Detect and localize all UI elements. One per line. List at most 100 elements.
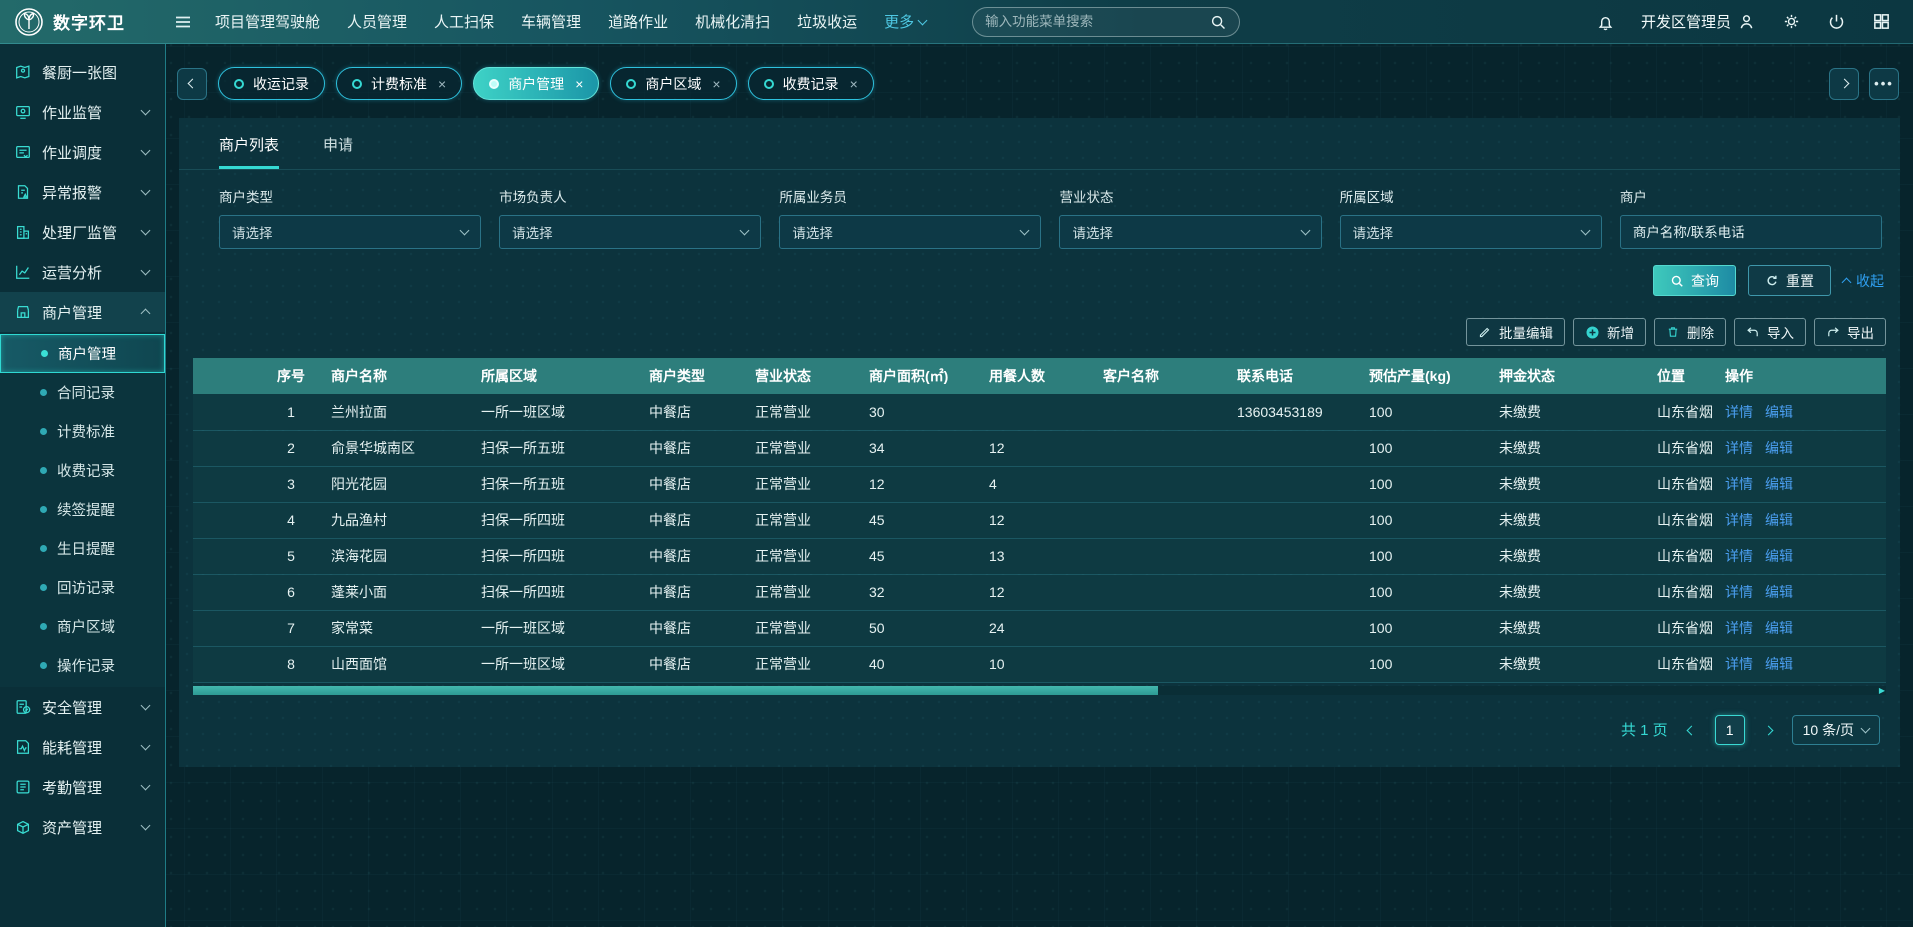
nav-item-waste-collection[interactable]: 垃圾收运 xyxy=(797,11,857,32)
detail-link[interactable]: 详情 xyxy=(1725,656,1753,672)
delete-button[interactable]: 删除 xyxy=(1654,318,1726,346)
menu-toggle-icon[interactable] xyxy=(173,12,193,32)
edit-link[interactable]: 编辑 xyxy=(1765,440,1793,456)
sidebar-item-kitchen-map[interactable]: 餐厨一张图 xyxy=(0,52,165,92)
prev-page-button[interactable] xyxy=(1684,717,1699,742)
edit-link[interactable]: 编辑 xyxy=(1765,620,1793,636)
sidebar-subitem-merchant-management[interactable]: 商户管理 xyxy=(0,334,165,373)
cell-seq: 8 xyxy=(257,646,325,682)
nav-item-vehicle[interactable]: 车辆管理 xyxy=(521,11,581,32)
sidebar-item-plant-supervision[interactable]: 处理厂监管 xyxy=(0,212,165,252)
sidebar-subitem-followup-records[interactable]: 回访记录 xyxy=(0,568,165,607)
close-icon[interactable]: × xyxy=(712,77,720,91)
sidebar-item-operation-analysis[interactable]: 运营分析 xyxy=(0,252,165,292)
cell-merchant-size: 34 xyxy=(863,430,983,466)
detail-link[interactable]: 详情 xyxy=(1725,548,1753,564)
cell-estimated-output: 100 xyxy=(1363,574,1493,610)
sidebar-subitem-contract-records[interactable]: 合同记录 xyxy=(0,373,165,412)
tab-merchant-list[interactable]: 商户列表 xyxy=(219,134,279,169)
export-button[interactable]: 导出 xyxy=(1814,318,1886,346)
area-select[interactable]: 请选择 xyxy=(1340,215,1602,249)
edit-link[interactable]: 编辑 xyxy=(1765,548,1793,564)
collapse-filters-link[interactable]: 收起 xyxy=(1843,271,1884,291)
tabs-more-button[interactable]: ••• xyxy=(1869,68,1899,100)
function-search[interactable] xyxy=(972,7,1240,37)
sidebar-item-merchant-management[interactable]: 商户管理 xyxy=(0,292,165,332)
page-number-button[interactable]: 1 xyxy=(1715,715,1745,745)
sidebar-item-abnormal-alarm[interactable]: 异常报警 xyxy=(0,172,165,212)
tab-merchant-area[interactable]: 商户区域 × xyxy=(610,67,736,100)
sidebar-subitem-renewal-reminder[interactable]: 续签提醒 xyxy=(0,490,165,529)
edit-link[interactable]: 编辑 xyxy=(1765,584,1793,600)
horizontal-scrollbar[interactable]: ▶ xyxy=(193,686,1886,695)
search-button[interactable]: 查询 xyxy=(1653,265,1736,296)
tab-application[interactable]: 申请 xyxy=(323,134,353,169)
nav-item-mechanized-sweeping[interactable]: 机械化清扫 xyxy=(695,11,770,32)
tabs-scroll-right-button[interactable] xyxy=(1829,68,1859,100)
tab-merchant-management[interactable]: 商户管理 × xyxy=(473,67,599,100)
sidebar-item-operation-supervision[interactable]: 作业监管 xyxy=(0,92,165,132)
nav-item-road-work[interactable]: 道路作业 xyxy=(608,11,668,32)
cell-seq: 1 xyxy=(257,394,325,430)
close-icon[interactable]: × xyxy=(850,77,858,91)
batch-edit-button[interactable]: 批量编辑 xyxy=(1466,318,1565,346)
nav-item-personnel[interactable]: 人员管理 xyxy=(347,11,407,32)
chevron-down-icon xyxy=(141,741,151,751)
close-icon[interactable]: × xyxy=(575,77,583,91)
page-size-select[interactable]: 10 条/页 xyxy=(1792,715,1880,745)
bell-icon[interactable] xyxy=(1596,12,1615,31)
apps-grid-icon[interactable] xyxy=(1872,12,1891,31)
sidebar-item-attendance-management[interactable]: 考勤管理 xyxy=(0,767,165,807)
sidebar-item-safety-management[interactable]: 安全管理 xyxy=(0,687,165,727)
cell-diners: 10 xyxy=(983,646,1097,682)
tabs-scroll-left-button[interactable] xyxy=(177,68,207,100)
merchant-search-input[interactable] xyxy=(1620,215,1882,249)
scroll-right-arrow-icon[interactable]: ▶ xyxy=(1879,687,1885,695)
detail-link[interactable]: 详情 xyxy=(1725,476,1753,492)
attendance-icon xyxy=(14,778,32,796)
gear-icon[interactable] xyxy=(1782,12,1801,31)
sidebar: 餐厨一张图 作业监管 作业调度 异常报警 处理厂监管 xyxy=(0,44,165,927)
import-button[interactable]: 导入 xyxy=(1734,318,1806,346)
close-icon[interactable]: × xyxy=(438,77,446,91)
edit-link[interactable]: 编辑 xyxy=(1765,404,1793,420)
detail-link[interactable]: 详情 xyxy=(1725,620,1753,636)
tab-billing-standards[interactable]: 计费标准 × xyxy=(336,67,462,100)
tab-collection-records[interactable]: 收运记录 xyxy=(218,67,325,100)
business-status-select[interactable]: 请选择 xyxy=(1059,215,1321,249)
sidebar-item-energy-management[interactable]: 能耗管理 xyxy=(0,727,165,767)
edit-link[interactable]: 编辑 xyxy=(1765,476,1793,492)
nav-item-manual-sweeping[interactable]: 人工扫保 xyxy=(434,11,494,32)
search-icon[interactable] xyxy=(1209,13,1227,31)
detail-link[interactable]: 详情 xyxy=(1725,404,1753,420)
power-icon[interactable] xyxy=(1827,12,1846,31)
edit-link[interactable]: 编辑 xyxy=(1765,512,1793,528)
sidebar-subitem-operation-records[interactable]: 操作记录 xyxy=(0,646,165,685)
merchant-type-select[interactable]: 请选择 xyxy=(219,215,481,249)
sidebar-subitem-birthday-reminder[interactable]: 生日提醒 xyxy=(0,529,165,568)
salesperson-select[interactable]: 请选择 xyxy=(779,215,1041,249)
market-manager-select[interactable]: 请选择 xyxy=(499,215,761,249)
detail-link[interactable]: 详情 xyxy=(1725,440,1753,456)
tab-dot-icon xyxy=(626,79,636,89)
edit-link[interactable]: 编辑 xyxy=(1765,656,1793,672)
sidebar-subitem-billing-standards[interactable]: 计费标准 xyxy=(0,412,165,451)
sidebar-item-operation-dispatch[interactable]: 作业调度 xyxy=(0,132,165,172)
scrollbar-thumb[interactable] xyxy=(193,686,1158,695)
cell-merchant-type: 中餐店 xyxy=(643,394,749,430)
sidebar-subitem-charge-records[interactable]: 收费记录 xyxy=(0,451,165,490)
detail-link[interactable]: 详情 xyxy=(1725,584,1753,600)
sidebar-subitem-merchant-area[interactable]: 商户区域 xyxy=(0,607,165,646)
next-page-button[interactable] xyxy=(1761,717,1776,742)
sidebar-item-asset-management[interactable]: 资产管理 xyxy=(0,807,165,847)
user-menu[interactable]: 开发区管理员 xyxy=(1641,11,1756,32)
detail-link[interactable]: 详情 xyxy=(1725,512,1753,528)
cell-estimated-output: 100 xyxy=(1363,646,1493,682)
search-input[interactable] xyxy=(985,14,1209,29)
nav-item-dashboard[interactable]: 项目管理驾驶舱 xyxy=(215,11,320,32)
table-row: 6 蓬莱小面 扫保一所四班 中餐店 正常营业 32 12 100 未缴费 山东省… xyxy=(193,574,1886,610)
add-button[interactable]: 新增 xyxy=(1573,318,1646,346)
tab-charge-records[interactable]: 收费记录 × xyxy=(748,67,874,100)
reset-button[interactable]: 重置 xyxy=(1748,265,1831,296)
nav-more-dropdown[interactable]: 更多 xyxy=(884,11,926,32)
